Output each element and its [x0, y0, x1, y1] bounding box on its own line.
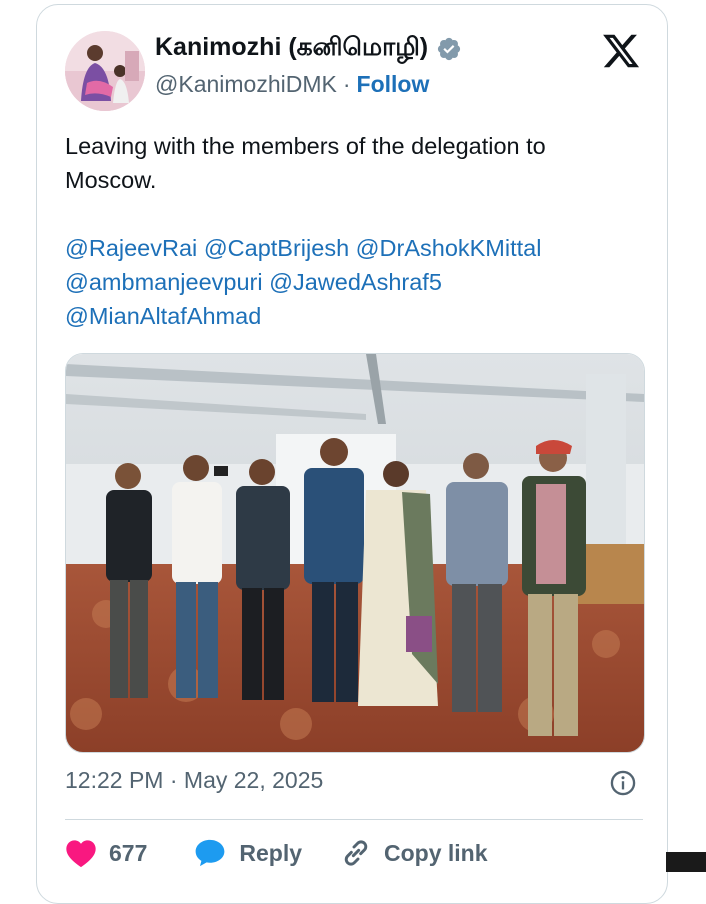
separator-dot: ·: [169, 767, 178, 793]
corner-overlay: [666, 852, 706, 872]
divider: [65, 819, 643, 820]
tweet-actions: 677 Reply Copy link: [65, 837, 488, 869]
tweet-mentions: @RajeevRai @CaptBrijesh @DrAshokKMittal …: [65, 231, 625, 333]
tweet-card: Kanimozhi (கனிமொழி) @KanimozhiDMK · Foll…: [36, 4, 668, 904]
mention-link[interactable]: @DrAshokKMittal: [356, 235, 542, 261]
reply-bubble-icon: [196, 839, 225, 867]
mention-link[interactable]: @ambmanjeevpuri: [65, 269, 263, 295]
tweet-photo[interactable]: [65, 353, 645, 753]
reply-label: Reply: [239, 839, 303, 866]
tweet-time: 12:22 PM: [65, 767, 164, 793]
reply-button[interactable]: Reply: [193, 838, 302, 868]
author-name-row: Kanimozhi (கனிமொழி): [155, 33, 462, 65]
tweet-date: May 22, 2025: [183, 767, 324, 793]
mention-link[interactable]: @RajeevRai: [65, 235, 197, 261]
info-icon[interactable]: [609, 769, 637, 797]
heart-icon: [66, 840, 96, 868]
avatar[interactable]: [65, 31, 145, 111]
link-icon: [344, 840, 368, 866]
tweet-timestamp[interactable]: 12:22 PM · May 22, 2025: [65, 767, 323, 794]
author-handle[interactable]: @KanimozhiDMK: [155, 71, 337, 98]
mention-link[interactable]: @CaptBrijesh: [204, 235, 349, 261]
mention-link[interactable]: @JawedAshraf5: [269, 269, 442, 295]
x-logo-icon[interactable]: [601, 31, 641, 71]
avatar-image: [65, 31, 145, 111]
like-count: 677: [109, 839, 148, 866]
copy-link-label: Copy link: [384, 839, 488, 866]
verified-badge-icon: [438, 37, 461, 61]
author-handle-row: @KanimozhiDMK · Follow: [155, 71, 429, 98]
photo-delegation-group: [66, 354, 644, 752]
tweet-text: Leaving with the members of the delegati…: [65, 133, 546, 193]
author-name[interactable]: Kanimozhi (கனிமொழி): [155, 33, 428, 65]
mention-link[interactable]: @MianAltafAhmad: [65, 303, 261, 329]
like-button[interactable]: 677: [65, 838, 147, 868]
copy-link-button[interactable]: Copy link: [340, 837, 488, 869]
follow-button[interactable]: Follow: [357, 71, 430, 98]
separator-dot: ·: [342, 71, 351, 97]
